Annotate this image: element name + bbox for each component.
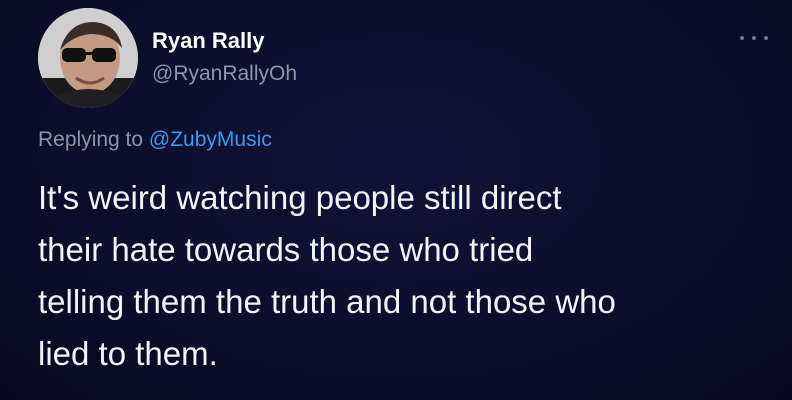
tweet-text: It's weird watching people still direct … (38, 179, 616, 372)
profile-photo-icon (38, 8, 138, 108)
dot (740, 36, 744, 40)
replying-to-line: Replying to @ZubyMusic (38, 128, 272, 152)
replying-to-label: Replying to (38, 128, 149, 151)
more-options-icon[interactable] (740, 30, 768, 46)
user-handle[interactable]: @RyanRallyOh (152, 62, 297, 86)
tweet-card: Ryan Rally @RyanRallyOh Replying to @Zub… (0, 0, 792, 400)
mention-link[interactable]: @ZubyMusic (149, 128, 272, 151)
display-name[interactable]: Ryan Rally (152, 28, 265, 54)
avatar[interactable] (38, 8, 138, 108)
dot (752, 36, 756, 40)
dot (764, 36, 768, 40)
